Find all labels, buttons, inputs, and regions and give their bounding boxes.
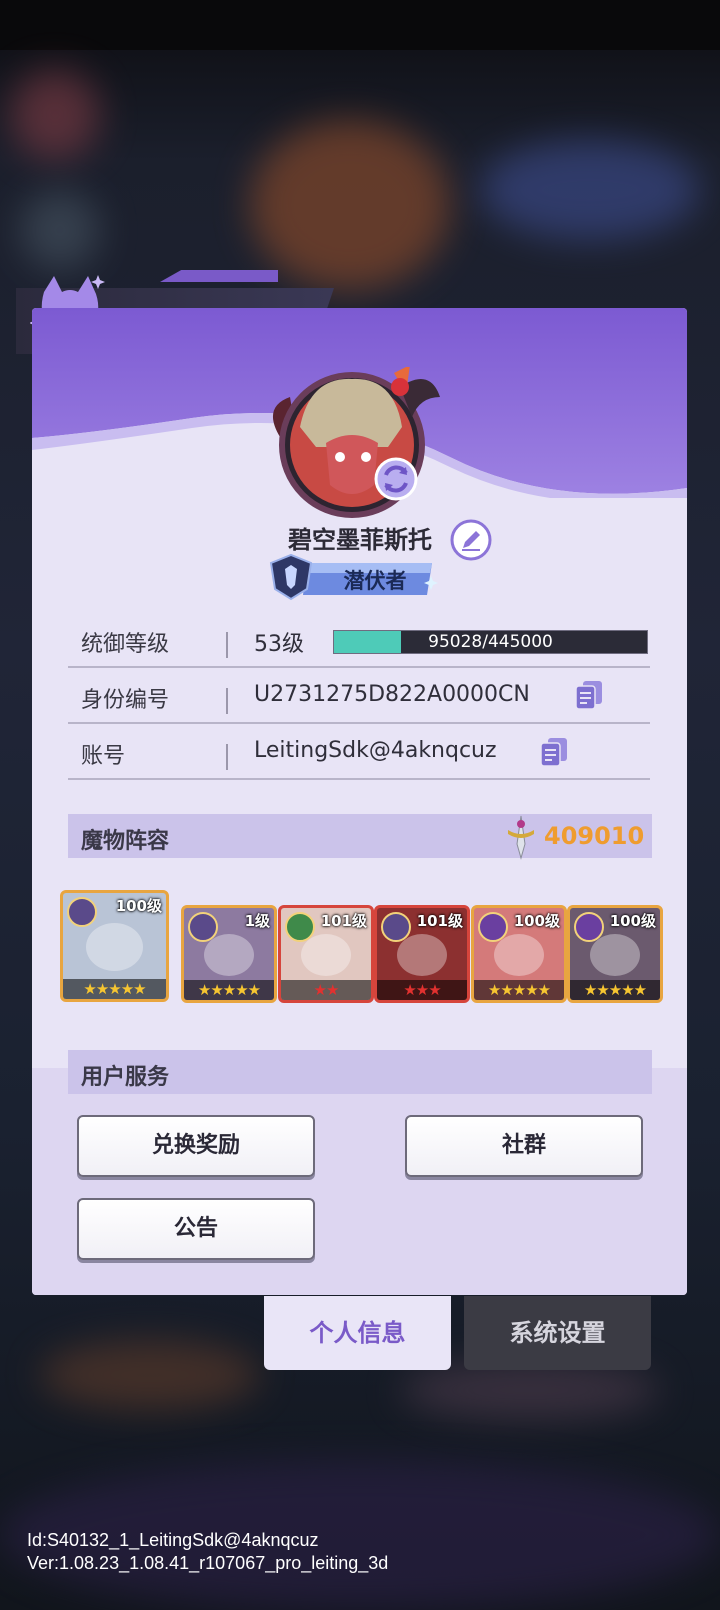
row-line [68, 666, 650, 668]
power-value: 409010 [544, 822, 645, 850]
level-value: 53级 [254, 632, 304, 657]
edit-name-icon[interactable] [449, 518, 493, 562]
hero-stars: ★★★★★ [570, 980, 660, 1000]
hero-level: 100级 [609, 912, 656, 930]
hero-level: 100级 [115, 897, 162, 915]
title-badge-label: 潜伏者 [343, 569, 407, 593]
row-divider [226, 688, 228, 714]
hero-stars: ★★★★★ [184, 980, 274, 1000]
status-bar-area [0, 0, 720, 50]
xp-progress-bar: 95028/445000 [333, 630, 648, 654]
row-divider [226, 744, 228, 770]
hero-portrait [396, 933, 448, 977]
hero-card[interactable]: 100级 ★★★★★ [567, 905, 663, 1003]
id-value: U2731275D822A0000CN [254, 682, 530, 707]
hero-level: 101级 [320, 912, 367, 930]
faction-icon [67, 897, 97, 927]
hero-portrait [203, 933, 255, 977]
tab-settings[interactable]: 系统设置 [464, 1296, 651, 1370]
hero-stars: ★★★★★ [63, 979, 166, 999]
account-value: LeitingSdk@4aknqcuz [254, 738, 497, 763]
level-label: 统御等级 [81, 632, 170, 657]
hero-portrait [589, 933, 641, 977]
id-label: 身份编号 [81, 688, 170, 713]
copy-account-icon[interactable] [540, 737, 568, 767]
tab-profile[interactable]: 个人信息 [264, 1296, 451, 1370]
row-line [68, 722, 650, 724]
hero-stars: ★★★★★ [474, 980, 564, 1000]
row-line [68, 778, 650, 780]
services-section-title: 用户服务 [81, 1065, 170, 1090]
background-blob [40, 1340, 260, 1410]
panel-bottom-area [32, 1068, 687, 1295]
background-blob [250, 120, 450, 290]
hero-level: 101级 [416, 912, 463, 930]
hero-portrait [493, 933, 545, 977]
background-blob [480, 140, 700, 240]
hero-card[interactable]: 1级 ★★★★★ [181, 905, 277, 1003]
hero-card[interactable]: 100级 ★★★★★ [60, 890, 169, 1002]
background-blob [20, 190, 100, 270]
row-divider [226, 632, 228, 658]
hero-level: 1级 [244, 912, 270, 930]
notice-button[interactable]: 公告 [77, 1198, 315, 1260]
hero-level: 100级 [513, 912, 560, 930]
hero-stars: ★★★ [377, 980, 467, 1000]
footer-id-text: Id:S40132_1_LeitingSdk@4aknqcuz [27, 1530, 319, 1550]
hero-card[interactable]: 100级 ★★★★★ [471, 905, 567, 1003]
background-blob [10, 70, 100, 160]
footer-version-text: Ver:1.08.23_1.08.41_r107067_pro_leiting_… [27, 1553, 389, 1573]
lineup-section-title: 魔物阵容 [81, 829, 170, 854]
redeem-rewards-button[interactable]: 兑换奖励 [77, 1115, 315, 1177]
player-name: 碧空墨菲斯托 [288, 526, 432, 554]
player-avatar[interactable] [270, 367, 450, 525]
hero-portrait [85, 922, 144, 972]
hero-stars: ★★ [281, 980, 371, 1000]
account-label: 账号 [81, 744, 126, 769]
hero-card[interactable]: 101级 ★★★ [374, 905, 470, 1003]
community-button[interactable]: 社群 [405, 1115, 643, 1177]
copy-id-icon[interactable] [575, 680, 603, 710]
xp-progress-text: 95028/445000 [428, 632, 553, 652]
hero-portrait [300, 933, 352, 977]
hero-card[interactable]: 101级 ★★ [278, 905, 374, 1003]
power-sword-icon [508, 815, 534, 860]
